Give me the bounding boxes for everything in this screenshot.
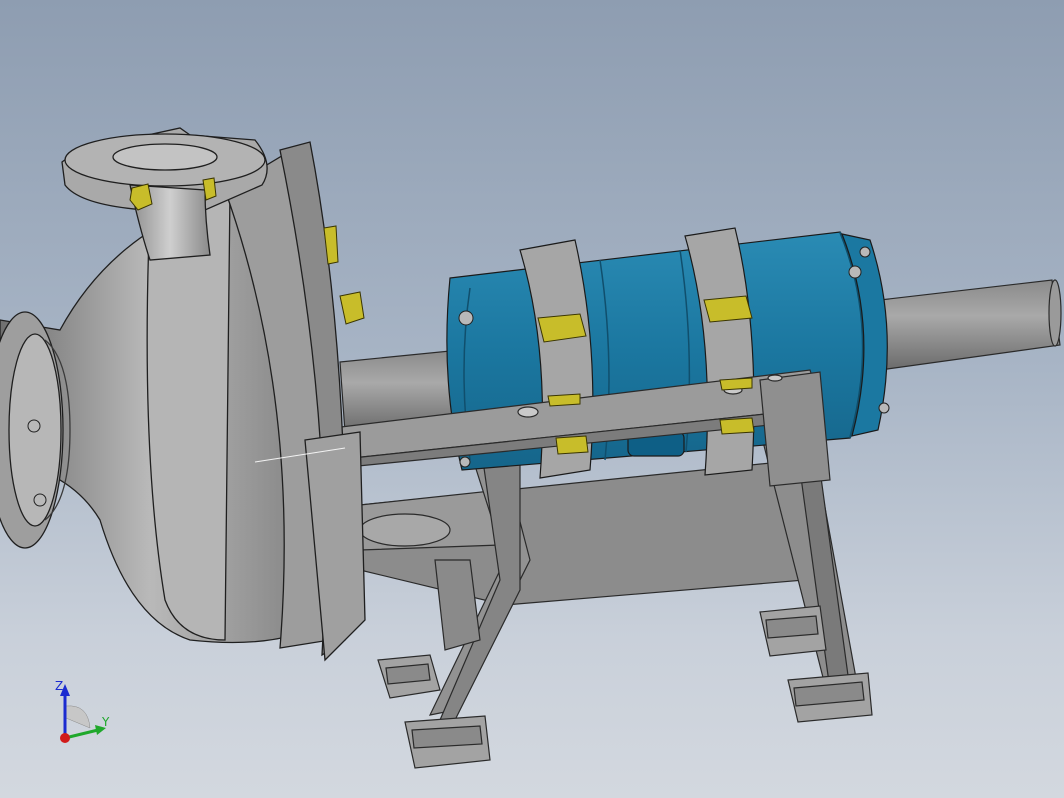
x-axis-origin bbox=[60, 733, 70, 743]
triad-graphic bbox=[60, 684, 106, 743]
cad-graphics-viewport[interactable]: Z Y bbox=[0, 0, 1064, 798]
z-axis-label: Z bbox=[55, 679, 64, 693]
y-axis-label: Y bbox=[102, 715, 110, 729]
y-axis bbox=[64, 728, 99, 740]
pump-assembly-model[interactable] bbox=[0, 0, 1064, 798]
triad-plane bbox=[65, 705, 91, 729]
coordinate-triad: Z Y bbox=[40, 676, 130, 746]
